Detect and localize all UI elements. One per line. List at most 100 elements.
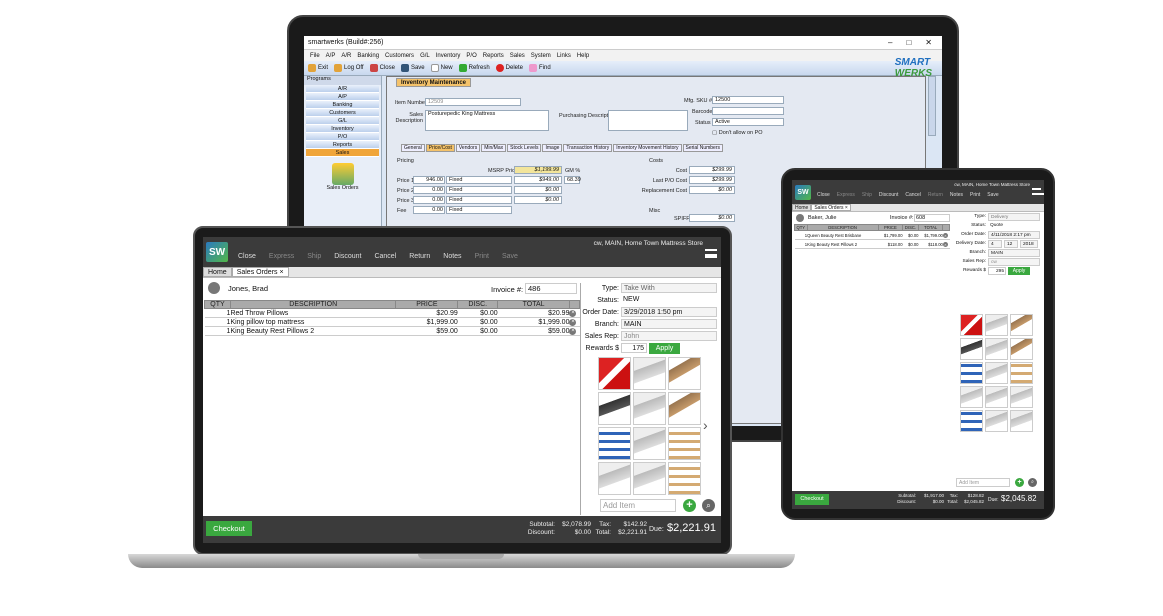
cost-field[interactable]: $299.99: [689, 166, 735, 174]
return-button[interactable]: Return: [409, 253, 430, 260]
spiff-field[interactable]: $0.00: [689, 214, 735, 222]
table-row[interactable]: 1 King pillow top mattress $1,999.00 $0.00 $…: [204, 317, 580, 327]
search-icon[interactable]: ⌕: [1028, 478, 1037, 487]
order-date-field[interactable]: 3/29/2018 1:50 pm: [621, 307, 717, 317]
sales-desc-field[interactable]: Posturepedic King Mattress: [425, 110, 549, 131]
product-tile[interactable]: [960, 410, 983, 432]
item-number-field[interactable]: 12509: [425, 98, 521, 106]
menu-customers[interactable]: Customers: [385, 53, 414, 59]
ship-button[interactable]: Ship: [307, 253, 321, 260]
tab-general[interactable]: General: [401, 144, 425, 152]
table-row[interactable]: 1 King Beauty Rest Pillows 2 $118.00 $0.00 $…: [794, 239, 950, 249]
remove-item-icon[interactable]: ×: [942, 232, 948, 238]
remove-item-icon[interactable]: ×: [569, 319, 577, 326]
table-row[interactable]: 1 King Beauty Rest Pillows 2 $59.00 $0.00 $5…: [204, 326, 580, 336]
menu-po[interactable]: P/O: [466, 53, 476, 59]
price1-gm[interactable]: 68.39: [564, 176, 581, 184]
remove-item-icon[interactable]: ×: [569, 310, 577, 317]
tablet-discount-button[interactable]: Discount: [879, 192, 898, 198]
tab-price-cost[interactable]: Price/Cost: [425, 144, 455, 152]
branch-field[interactable]: MAIN: [988, 249, 1040, 257]
apply-button[interactable]: Apply: [649, 343, 680, 354]
program-sales[interactable]: Sales: [306, 149, 379, 157]
new-button[interactable]: New: [430, 64, 453, 72]
dont-allow-po-checkbox[interactable]: ▢ Don't allow on PO: [712, 130, 763, 136]
barcode-field[interactable]: [712, 107, 784, 115]
tablet-notes-button[interactable]: Notes: [950, 192, 963, 198]
program-ap[interactable]: A/P: [306, 93, 379, 101]
order-date-field[interactable]: 4/11/2018 2:17 pm: [988, 231, 1040, 239]
customer-name[interactable]: Jones, Brad: [228, 284, 268, 293]
last-po-cost-field[interactable]: $299.99: [689, 176, 735, 184]
invoice-field[interactable]: 486: [525, 283, 577, 294]
close-window-icon[interactable]: ✕: [925, 38, 932, 47]
product-tile[interactable]: [1010, 362, 1033, 384]
product-tile[interactable]: [633, 357, 666, 390]
apply-button[interactable]: Apply: [1008, 267, 1030, 275]
close-button[interactable]: Close: [369, 64, 395, 72]
hamburger-menu-icon[interactable]: [705, 249, 717, 258]
product-tile[interactable]: [960, 338, 983, 360]
program-inventory[interactable]: Inventory: [306, 125, 379, 133]
price2-value[interactable]: 0.00: [413, 186, 445, 194]
product-tile[interactable]: [598, 392, 631, 425]
price2-amount[interactable]: $0.00: [514, 186, 562, 194]
print-button[interactable]: Print: [475, 253, 489, 260]
logoff-button[interactable]: Log Off: [334, 64, 364, 72]
program-ar[interactable]: A/R: [306, 85, 379, 93]
product-tile[interactable]: [668, 392, 701, 425]
product-tile[interactable]: [1010, 338, 1033, 360]
tab-stock-levels[interactable]: Stock Levels: [507, 144, 542, 152]
product-tile[interactable]: [1010, 314, 1033, 336]
add-item-input[interactable]: Add Item: [956, 478, 1010, 487]
menu-ar[interactable]: A/R: [341, 53, 351, 59]
sales-rep-select[interactable]: John: [621, 331, 717, 341]
tab-serial-numbers[interactable]: Serial Numbers: [682, 144, 723, 152]
maximize-icon[interactable]: □: [906, 38, 911, 47]
program-customers[interactable]: Customers: [306, 109, 379, 117]
customer-name[interactable]: Baker, Julie: [808, 215, 836, 221]
menu-gl[interactable]: G/L: [420, 53, 430, 59]
price3-value[interactable]: 0.00: [413, 196, 445, 204]
price2-type[interactable]: Fixed: [446, 186, 512, 194]
product-tile[interactable]: [668, 427, 701, 460]
tab-home[interactable]: Home: [792, 204, 812, 211]
product-tile[interactable]: [985, 314, 1008, 336]
product-tile[interactable]: [668, 462, 701, 495]
tablet-cancel-button[interactable]: Cancel: [905, 192, 921, 198]
table-row[interactable]: 1 Queen Beauty Rest Brisbane $1,799.00 $0.0…: [794, 230, 950, 240]
type-select[interactable]: Delivery: [988, 213, 1040, 221]
search-icon[interactable]: ⌕: [702, 499, 715, 512]
save-button[interactable]: Save: [400, 64, 425, 72]
replacement-cost-field[interactable]: $0.00: [689, 186, 735, 194]
product-tile[interactable]: [598, 357, 631, 390]
price1-amount[interactable]: $949.00: [514, 176, 562, 184]
add-item-plus-icon[interactable]: +: [1015, 478, 1024, 487]
msrp-field[interactable]: $1,199.99: [514, 166, 562, 174]
fee-type[interactable]: Fixed: [446, 206, 512, 214]
product-tile[interactable]: [960, 386, 983, 408]
tablet-return-button[interactable]: Return: [928, 192, 943, 198]
tab-sales-orders[interactable]: Sales Orders ×: [811, 204, 851, 211]
menu-ap[interactable]: A/P: [326, 53, 336, 59]
program-banking[interactable]: Banking: [306, 101, 379, 109]
tab-home[interactable]: Home: [203, 267, 232, 277]
delete-button[interactable]: Delete: [495, 64, 523, 72]
tablet-print-button[interactable]: Print: [970, 192, 980, 198]
menu-system[interactable]: System: [531, 53, 551, 59]
product-tile[interactable]: [1010, 410, 1033, 432]
tablet-ship-button[interactable]: Ship: [862, 192, 872, 198]
checkout-button[interactable]: Checkout: [795, 494, 829, 505]
tablet-save-button[interactable]: Save: [987, 192, 998, 198]
tablet-close-button[interactable]: Close: [817, 192, 830, 198]
discount-button[interactable]: Discount: [334, 253, 361, 260]
next-page-chevron-icon[interactable]: ›: [703, 417, 708, 433]
program-reports[interactable]: Reports: [306, 141, 379, 149]
program-po[interactable]: P/O: [306, 133, 379, 141]
delivery-year-select[interactable]: 2018: [1020, 240, 1038, 248]
table-row[interactable]: 1 Red Throw Pillows $20.99 $0.00 $20.99 ×: [204, 308, 580, 318]
refresh-button[interactable]: Refresh: [458, 64, 490, 72]
rewards-field[interactable]: 175: [621, 343, 647, 353]
minimize-icon[interactable]: –: [888, 38, 892, 47]
product-tile[interactable]: [960, 314, 983, 336]
